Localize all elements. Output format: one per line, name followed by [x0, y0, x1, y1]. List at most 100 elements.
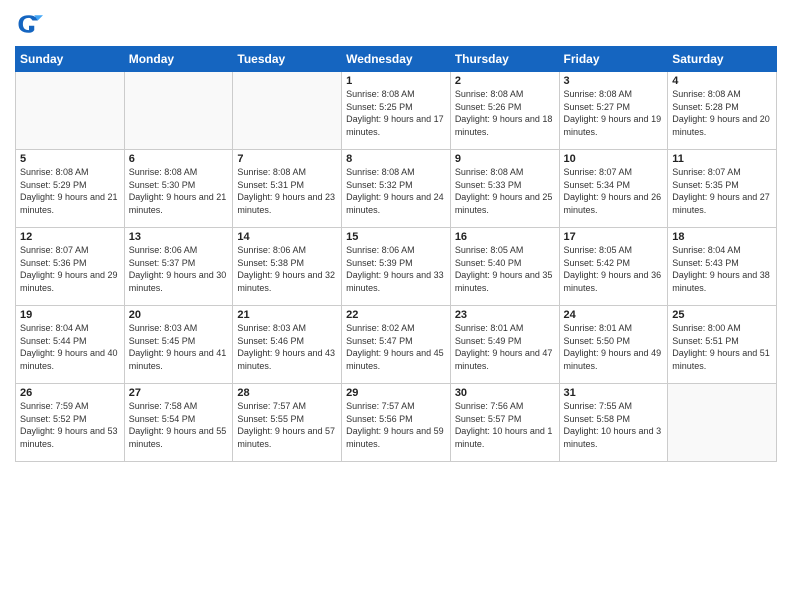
day-info: Sunrise: 7:55 AM Sunset: 5:58 PM Dayligh…: [564, 400, 664, 450]
day-cell: 17Sunrise: 8:05 AM Sunset: 5:42 PM Dayli…: [559, 228, 668, 306]
weekday-saturday: Saturday: [668, 47, 777, 72]
day-number: 4: [672, 75, 772, 87]
day-info: Sunrise: 8:03 AM Sunset: 5:46 PM Dayligh…: [237, 322, 337, 372]
day-number: 8: [346, 153, 446, 165]
day-info: Sunrise: 8:06 AM Sunset: 5:39 PM Dayligh…: [346, 244, 446, 294]
day-info: Sunrise: 8:08 AM Sunset: 5:33 PM Dayligh…: [455, 166, 555, 216]
day-number: 6: [129, 153, 229, 165]
week-row-1: 1Sunrise: 8:08 AM Sunset: 5:25 PM Daylig…: [16, 72, 777, 150]
day-cell: [124, 72, 233, 150]
weekday-tuesday: Tuesday: [233, 47, 342, 72]
day-number: 13: [129, 231, 229, 243]
day-cell: 12Sunrise: 8:07 AM Sunset: 5:36 PM Dayli…: [16, 228, 125, 306]
logo-icon: [15, 10, 43, 38]
day-cell: 30Sunrise: 7:56 AM Sunset: 5:57 PM Dayli…: [450, 384, 559, 462]
day-number: 27: [129, 387, 229, 399]
day-info: Sunrise: 8:08 AM Sunset: 5:29 PM Dayligh…: [20, 166, 120, 216]
day-info: Sunrise: 8:04 AM Sunset: 5:44 PM Dayligh…: [20, 322, 120, 372]
day-number: 20: [129, 309, 229, 321]
day-cell: 27Sunrise: 7:58 AM Sunset: 5:54 PM Dayli…: [124, 384, 233, 462]
day-info: Sunrise: 7:57 AM Sunset: 5:56 PM Dayligh…: [346, 400, 446, 450]
day-info: Sunrise: 8:03 AM Sunset: 5:45 PM Dayligh…: [129, 322, 229, 372]
day-info: Sunrise: 8:07 AM Sunset: 5:35 PM Dayligh…: [672, 166, 772, 216]
day-number: 22: [346, 309, 446, 321]
day-info: Sunrise: 8:04 AM Sunset: 5:43 PM Dayligh…: [672, 244, 772, 294]
day-number: 15: [346, 231, 446, 243]
day-number: 2: [455, 75, 555, 87]
day-cell: 9Sunrise: 8:08 AM Sunset: 5:33 PM Daylig…: [450, 150, 559, 228]
week-row-5: 26Sunrise: 7:59 AM Sunset: 5:52 PM Dayli…: [16, 384, 777, 462]
day-info: Sunrise: 7:57 AM Sunset: 5:55 PM Dayligh…: [237, 400, 337, 450]
day-info: Sunrise: 8:05 AM Sunset: 5:40 PM Dayligh…: [455, 244, 555, 294]
week-row-2: 5Sunrise: 8:08 AM Sunset: 5:29 PM Daylig…: [16, 150, 777, 228]
day-number: 24: [564, 309, 664, 321]
weekday-thursday: Thursday: [450, 47, 559, 72]
day-cell: 10Sunrise: 8:07 AM Sunset: 5:34 PM Dayli…: [559, 150, 668, 228]
day-number: 9: [455, 153, 555, 165]
day-info: Sunrise: 8:08 AM Sunset: 5:32 PM Dayligh…: [346, 166, 446, 216]
day-cell: 22Sunrise: 8:02 AM Sunset: 5:47 PM Dayli…: [342, 306, 451, 384]
day-info: Sunrise: 8:07 AM Sunset: 5:36 PM Dayligh…: [20, 244, 120, 294]
day-cell: 23Sunrise: 8:01 AM Sunset: 5:49 PM Dayli…: [450, 306, 559, 384]
day-number: 25: [672, 309, 772, 321]
day-number: 29: [346, 387, 446, 399]
week-row-4: 19Sunrise: 8:04 AM Sunset: 5:44 PM Dayli…: [16, 306, 777, 384]
day-number: 7: [237, 153, 337, 165]
day-cell: [668, 384, 777, 462]
day-info: Sunrise: 7:58 AM Sunset: 5:54 PM Dayligh…: [129, 400, 229, 450]
page: SundayMondayTuesdayWednesdayThursdayFrid…: [0, 0, 792, 612]
day-info: Sunrise: 8:05 AM Sunset: 5:42 PM Dayligh…: [564, 244, 664, 294]
weekday-friday: Friday: [559, 47, 668, 72]
logo: [15, 10, 47, 38]
day-number: 10: [564, 153, 664, 165]
day-cell: 24Sunrise: 8:01 AM Sunset: 5:50 PM Dayli…: [559, 306, 668, 384]
day-number: 19: [20, 309, 120, 321]
day-number: 28: [237, 387, 337, 399]
day-info: Sunrise: 8:08 AM Sunset: 5:27 PM Dayligh…: [564, 88, 664, 138]
day-info: Sunrise: 7:59 AM Sunset: 5:52 PM Dayligh…: [20, 400, 120, 450]
day-cell: 21Sunrise: 8:03 AM Sunset: 5:46 PM Dayli…: [233, 306, 342, 384]
weekday-wednesday: Wednesday: [342, 47, 451, 72]
day-cell: [233, 72, 342, 150]
day-number: 17: [564, 231, 664, 243]
day-number: 23: [455, 309, 555, 321]
day-number: 16: [455, 231, 555, 243]
day-cell: 25Sunrise: 8:00 AM Sunset: 5:51 PM Dayli…: [668, 306, 777, 384]
day-cell: 3Sunrise: 8:08 AM Sunset: 5:27 PM Daylig…: [559, 72, 668, 150]
day-cell: 15Sunrise: 8:06 AM Sunset: 5:39 PM Dayli…: [342, 228, 451, 306]
day-cell: 14Sunrise: 8:06 AM Sunset: 5:38 PM Dayli…: [233, 228, 342, 306]
day-cell: 7Sunrise: 8:08 AM Sunset: 5:31 PM Daylig…: [233, 150, 342, 228]
day-cell: 31Sunrise: 7:55 AM Sunset: 5:58 PM Dayli…: [559, 384, 668, 462]
day-cell: 2Sunrise: 8:08 AM Sunset: 5:26 PM Daylig…: [450, 72, 559, 150]
weekday-header-row: SundayMondayTuesdayWednesdayThursdayFrid…: [16, 47, 777, 72]
day-cell: 6Sunrise: 8:08 AM Sunset: 5:30 PM Daylig…: [124, 150, 233, 228]
day-info: Sunrise: 8:06 AM Sunset: 5:38 PM Dayligh…: [237, 244, 337, 294]
day-number: 5: [20, 153, 120, 165]
day-number: 21: [237, 309, 337, 321]
day-info: Sunrise: 8:08 AM Sunset: 5:25 PM Dayligh…: [346, 88, 446, 138]
day-info: Sunrise: 7:56 AM Sunset: 5:57 PM Dayligh…: [455, 400, 555, 450]
day-info: Sunrise: 8:07 AM Sunset: 5:34 PM Dayligh…: [564, 166, 664, 216]
day-cell: 13Sunrise: 8:06 AM Sunset: 5:37 PM Dayli…: [124, 228, 233, 306]
day-cell: 20Sunrise: 8:03 AM Sunset: 5:45 PM Dayli…: [124, 306, 233, 384]
day-info: Sunrise: 8:01 AM Sunset: 5:50 PM Dayligh…: [564, 322, 664, 372]
day-cell: 1Sunrise: 8:08 AM Sunset: 5:25 PM Daylig…: [342, 72, 451, 150]
weekday-sunday: Sunday: [16, 47, 125, 72]
day-number: 14: [237, 231, 337, 243]
day-info: Sunrise: 8:02 AM Sunset: 5:47 PM Dayligh…: [346, 322, 446, 372]
day-number: 31: [564, 387, 664, 399]
day-number: 30: [455, 387, 555, 399]
day-cell: 26Sunrise: 7:59 AM Sunset: 5:52 PM Dayli…: [16, 384, 125, 462]
day-number: 12: [20, 231, 120, 243]
day-number: 11: [672, 153, 772, 165]
day-number: 26: [20, 387, 120, 399]
day-number: 1: [346, 75, 446, 87]
day-info: Sunrise: 8:06 AM Sunset: 5:37 PM Dayligh…: [129, 244, 229, 294]
day-info: Sunrise: 8:08 AM Sunset: 5:31 PM Dayligh…: [237, 166, 337, 216]
day-cell: 11Sunrise: 8:07 AM Sunset: 5:35 PM Dayli…: [668, 150, 777, 228]
header: [15, 10, 777, 38]
day-cell: 28Sunrise: 7:57 AM Sunset: 5:55 PM Dayli…: [233, 384, 342, 462]
day-cell: 8Sunrise: 8:08 AM Sunset: 5:32 PM Daylig…: [342, 150, 451, 228]
day-number: 3: [564, 75, 664, 87]
day-cell: 5Sunrise: 8:08 AM Sunset: 5:29 PM Daylig…: [16, 150, 125, 228]
